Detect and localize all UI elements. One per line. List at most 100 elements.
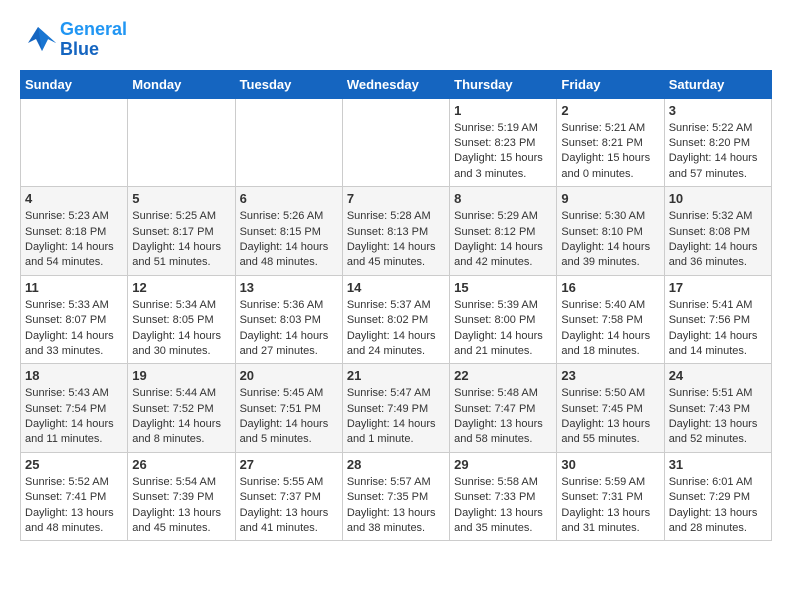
day-number: 17 [669, 280, 767, 295]
calendar-week-4: 18 Sunrise: 5:43 AMSunset: 7:54 PMDayligh… [21, 364, 772, 453]
calendar-week-1: 1 Sunrise: 5:19 AMSunset: 8:23 PMDaylight… [21, 98, 772, 187]
day-info: Sunrise: 5:28 AMSunset: 8:13 PMDaylight:… [347, 209, 445, 271]
day-number: 1 [454, 103, 552, 118]
calendar-cell: 29Sunrise: 5:58 AMSunset: 7:33 PMDayligh… [450, 452, 557, 541]
weekday-header-sunday: Sunday [21, 70, 128, 98]
day-info: Sunrise: 5:59 AMSunset: 7:31 PMDaylight:… [561, 475, 659, 537]
day-info: Sunrise: 5:37 AMSunset: 8:02 PMDaylight:… [347, 298, 445, 360]
logo-text: General Blue [60, 20, 127, 60]
day-number: 19 [132, 368, 230, 383]
day-number: 3 [669, 103, 767, 118]
day-info: Sunrise: 5:43 AMSunset: 7:54 PMDaylight:… [25, 386, 123, 448]
day-info: Sunrise: 5:40 AMSunset: 7:58 PMDaylight:… [561, 298, 659, 360]
calendar-cell [128, 98, 235, 187]
day-number: 26 [132, 457, 230, 472]
day-info: Sunrise: 5:50 AMSunset: 7:45 PMDaylight:… [561, 386, 659, 448]
day-info: Sunrise: 5:57 AMSunset: 7:35 PMDaylight:… [347, 475, 445, 537]
day-number: 22 [454, 368, 552, 383]
calendar-week-3: 11 Sunrise: 5:33 AMSunset: 8:07 PMDayligh… [21, 275, 772, 364]
calendar-cell: 18 Sunrise: 5:43 AMSunset: 7:54 PMDayligh… [21, 364, 128, 453]
day-info: Sunrise: 5:45 AMSunset: 7:51 PMDaylight:… [240, 386, 338, 448]
logo: General Blue [20, 20, 127, 60]
day-number: 21 [347, 368, 445, 383]
day-number: 23 [561, 368, 659, 383]
day-number: 5 [132, 191, 230, 206]
calendar-table: SundayMondayTuesdayWednesdayThursdayFrid… [20, 70, 772, 542]
day-info: Sunrise: 5:25 AMSunset: 8:17 PMDaylight:… [132, 209, 230, 271]
day-info: Sunrise: 5:26 AMSunset: 8:15 PMDaylight:… [240, 209, 338, 271]
day-info: Sunrise: 5:44 AMSunset: 7:52 PMDaylight:… [132, 386, 230, 448]
calendar-cell: 23 Sunrise: 5:50 AMSunset: 7:45 PMDayligh… [557, 364, 664, 453]
day-number: 30 [561, 457, 659, 472]
day-info: Sunrise: 5:52 AMSunset: 7:41 PMDaylight:… [25, 475, 123, 537]
day-info: Sunrise: 5:22 AMSunset: 8:20 PMDaylight:… [669, 121, 767, 183]
weekday-header-saturday: Saturday [664, 70, 771, 98]
day-number: 13 [240, 280, 338, 295]
day-number: 8 [454, 191, 552, 206]
day-number: 25 [25, 457, 123, 472]
calendar-cell: 15Sunrise: 5:39 AMSunset: 8:00 PMDayligh… [450, 275, 557, 364]
day-number: 2 [561, 103, 659, 118]
day-info: Sunrise: 5:19 AMSunset: 8:23 PMDaylight:… [454, 121, 552, 183]
calendar-cell [342, 98, 449, 187]
calendar-cell: 7 Sunrise: 5:28 AMSunset: 8:13 PMDaylight… [342, 187, 449, 276]
calendar-cell: 22 Sunrise: 5:48 AMSunset: 7:47 PMDayligh… [450, 364, 557, 453]
calendar-cell: 16Sunrise: 5:40 AMSunset: 7:58 PMDayligh… [557, 275, 664, 364]
day-info: Sunrise: 5:33 AMSunset: 8:07 PMDaylight:… [25, 298, 123, 360]
day-info: Sunrise: 5:54 AMSunset: 7:39 PMDaylight:… [132, 475, 230, 537]
day-number: 9 [561, 191, 659, 206]
day-number: 10 [669, 191, 767, 206]
weekday-header-tuesday: Tuesday [235, 70, 342, 98]
calendar-cell: 24Sunrise: 5:51 AMSunset: 7:43 PMDayligh… [664, 364, 771, 453]
calendar-cell: 21 Sunrise: 5:47 AMSunset: 7:49 PMDayligh… [342, 364, 449, 453]
calendar-cell: 12Sunrise: 5:34 AMSunset: 8:05 PMDayligh… [128, 275, 235, 364]
day-info: Sunrise: 5:29 AMSunset: 8:12 PMDaylight:… [454, 209, 552, 271]
day-info: Sunrise: 5:36 AMSunset: 8:03 PMDaylight:… [240, 298, 338, 360]
calendar-cell: 11 Sunrise: 5:33 AMSunset: 8:07 PMDayligh… [21, 275, 128, 364]
calendar-cell: 19 Sunrise: 5:44 AMSunset: 7:52 PMDayligh… [128, 364, 235, 453]
day-info: Sunrise: 5:32 AMSunset: 8:08 PMDaylight:… [669, 209, 767, 271]
day-number: 14 [347, 280, 445, 295]
day-number: 7 [347, 191, 445, 206]
calendar-cell [235, 98, 342, 187]
day-number: 28 [347, 457, 445, 472]
weekday-header-wednesday: Wednesday [342, 70, 449, 98]
day-number: 11 [25, 280, 123, 295]
day-info: Sunrise: 5:48 AMSunset: 7:47 PMDaylight:… [454, 386, 552, 448]
day-info: Sunrise: 5:51 AMSunset: 7:43 PMDaylight:… [669, 386, 767, 448]
day-info: Sunrise: 5:47 AMSunset: 7:49 PMDaylight:… [347, 386, 445, 448]
weekday-header-thursday: Thursday [450, 70, 557, 98]
calendar-cell: 14 Sunrise: 5:37 AMSunset: 8:02 PMDayligh… [342, 275, 449, 364]
logo-icon [20, 25, 56, 55]
calendar-cell: 5 Sunrise: 5:25 AMSunset: 8:17 PMDaylight… [128, 187, 235, 276]
day-info: Sunrise: 5:34 AMSunset: 8:05 PMDaylight:… [132, 298, 230, 360]
calendar-cell: 10 Sunrise: 5:32 AMSunset: 8:08 PMDayligh… [664, 187, 771, 276]
calendar-cell: 2Sunrise: 5:21 AMSunset: 8:21 PMDaylight… [557, 98, 664, 187]
page-header: General Blue [20, 20, 772, 60]
day-info: Sunrise: 5:39 AMSunset: 8:00 PMDaylight:… [454, 298, 552, 360]
calendar-cell: 20 Sunrise: 5:45 AMSunset: 7:51 PMDayligh… [235, 364, 342, 453]
calendar-header: SundayMondayTuesdayWednesdayThursdayFrid… [21, 70, 772, 98]
calendar-cell: 8 Sunrise: 5:29 AMSunset: 8:12 PMDaylight… [450, 187, 557, 276]
day-number: 20 [240, 368, 338, 383]
calendar-cell [21, 98, 128, 187]
day-number: 31 [669, 457, 767, 472]
day-info: Sunrise: 6:01 AMSunset: 7:29 PMDaylight:… [669, 475, 767, 537]
calendar-cell: 30 Sunrise: 5:59 AMSunset: 7:31 PMDayligh… [557, 452, 664, 541]
day-number: 4 [25, 191, 123, 206]
calendar-cell: 3 Sunrise: 5:22 AMSunset: 8:20 PMDaylight… [664, 98, 771, 187]
day-number: 27 [240, 457, 338, 472]
day-number: 18 [25, 368, 123, 383]
calendar-cell: 31 Sunrise: 6:01 AMSunset: 7:29 PMDayligh… [664, 452, 771, 541]
calendar-cell: 4Sunrise: 5:23 AMSunset: 8:18 PMDaylight… [21, 187, 128, 276]
calendar-cell: 25 Sunrise: 5:52 AMSunset: 7:41 PMDayligh… [21, 452, 128, 541]
day-number: 6 [240, 191, 338, 206]
day-info: Sunrise: 5:58 AMSunset: 7:33 PMDaylight:… [454, 475, 552, 537]
calendar-cell: 6 Sunrise: 5:26 AMSunset: 8:15 PMDaylight… [235, 187, 342, 276]
calendar-week-2: 4Sunrise: 5:23 AMSunset: 8:18 PMDaylight… [21, 187, 772, 276]
calendar-week-5: 25 Sunrise: 5:52 AMSunset: 7:41 PMDayligh… [21, 452, 772, 541]
calendar-cell: 13 Sunrise: 5:36 AMSunset: 8:03 PMDayligh… [235, 275, 342, 364]
calendar-cell: 9Sunrise: 5:30 AMSunset: 8:10 PMDaylight… [557, 187, 664, 276]
weekday-header-friday: Friday [557, 70, 664, 98]
calendar-cell: 1 Sunrise: 5:19 AMSunset: 8:23 PMDaylight… [450, 98, 557, 187]
